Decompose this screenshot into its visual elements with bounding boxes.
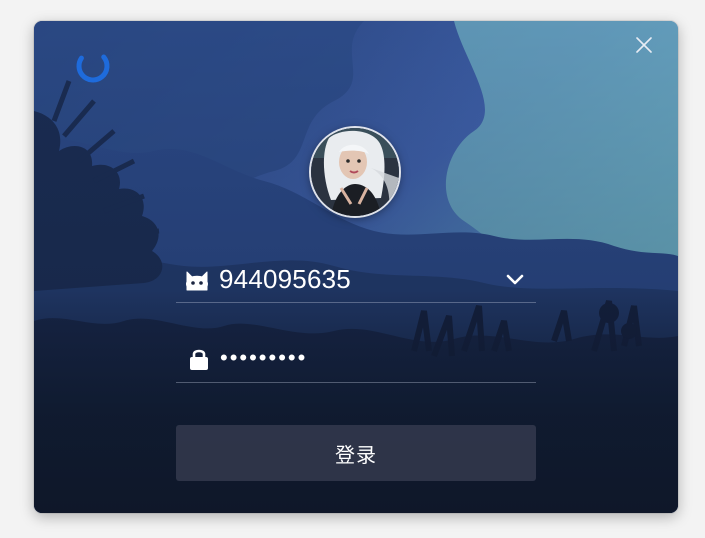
chevron-down-icon[interactable] (502, 266, 528, 292)
close-icon (636, 37, 652, 53)
cat-face-icon (186, 271, 208, 291)
password-field[interactable]: ••••••••• (176, 336, 536, 383)
account-input[interactable]: 944095635 (219, 264, 351, 295)
avatar-image (311, 128, 399, 216)
login-window: 944095635 ••••••••• 登录 (34, 21, 678, 513)
close-button[interactable] (632, 33, 656, 57)
password-input[interactable]: ••••••••• (220, 347, 307, 369)
account-field[interactable]: 944095635 (176, 256, 536, 303)
lock-icon (190, 349, 208, 370)
loading-ring-icon (76, 49, 110, 83)
login-button[interactable]: 登录 (176, 425, 536, 481)
user-avatar[interactable] (311, 128, 399, 216)
